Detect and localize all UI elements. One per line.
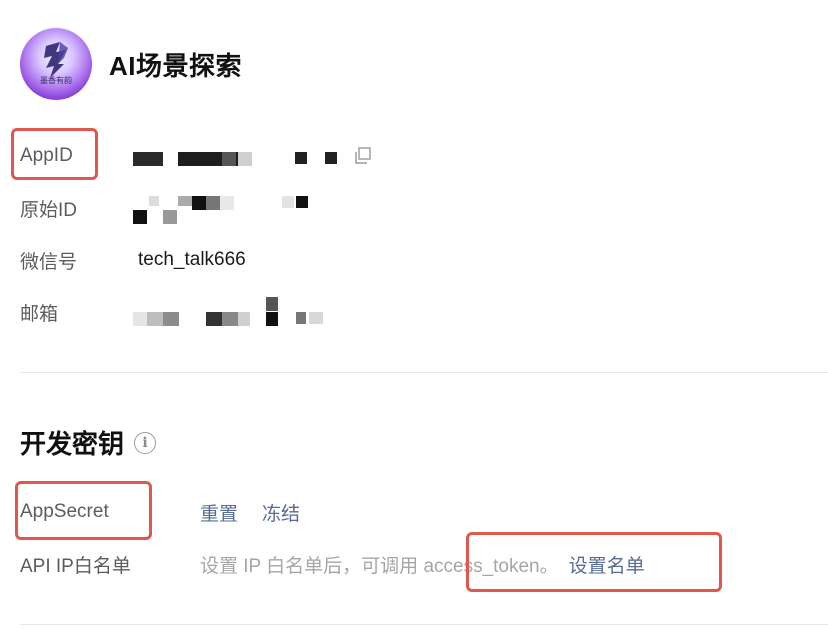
avatar-caption: 墨香有韵 bbox=[40, 76, 72, 85]
freeze-link[interactable]: 冻结 bbox=[262, 499, 300, 526]
email-row: 邮箱 bbox=[20, 297, 138, 327]
avatar[interactable]: 墨香有韵 bbox=[20, 28, 92, 100]
wechat-value: tech_talk666 bbox=[138, 249, 246, 270]
section-divider bbox=[20, 372, 828, 373]
set-list-highlight bbox=[466, 532, 722, 592]
email-label: 邮箱 bbox=[20, 303, 59, 325]
appid-highlight bbox=[11, 128, 98, 180]
wechat-row: 微信号 tech_talk666 bbox=[20, 245, 246, 275]
wechat-label: 微信号 bbox=[20, 251, 78, 273]
original-id-label: 原始ID bbox=[20, 199, 78, 221]
original-id-row: 原始ID bbox=[20, 193, 138, 223]
copy-icon[interactable] bbox=[353, 146, 373, 166]
account-header: 墨香有韵 AI场景探索 bbox=[20, 28, 242, 100]
app-name: AI场景探索 bbox=[109, 50, 243, 81]
bottom-divider bbox=[20, 624, 828, 625]
logo-icon bbox=[44, 42, 68, 78]
appsecret-highlight bbox=[15, 481, 152, 540]
reset-link[interactable]: 重置 bbox=[200, 499, 238, 526]
ip-whitelist-label: API IP白名单 bbox=[20, 555, 131, 577]
dev-keys-title: 开发密钥 i bbox=[20, 424, 157, 461]
dev-keys-title-text: 开发密钥 bbox=[20, 429, 125, 459]
info-icon[interactable]: i bbox=[134, 431, 157, 454]
